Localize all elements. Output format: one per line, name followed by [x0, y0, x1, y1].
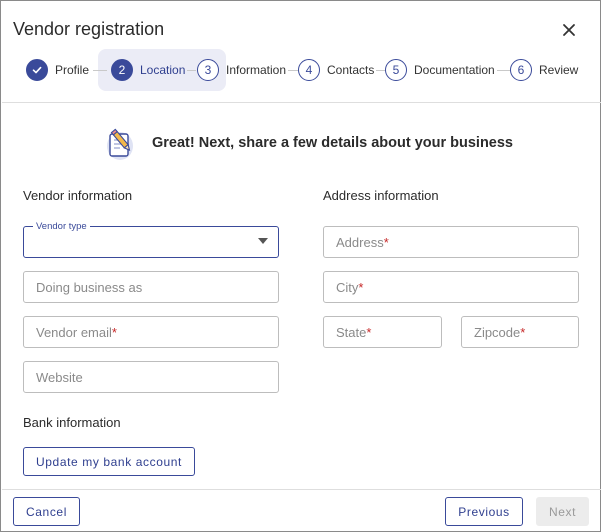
state-field[interactable]: State *: [323, 316, 442, 348]
step-connector: [497, 70, 510, 71]
step-number: 5: [385, 59, 407, 81]
website-field[interactable]: Website: [23, 361, 279, 393]
step-location[interactable]: 2 Location: [111, 47, 185, 93]
vendor-information-heading: Vendor information: [23, 188, 133, 203]
step-number: 3: [197, 59, 219, 81]
step-information[interactable]: 3 Information: [197, 47, 286, 93]
check-icon: [26, 59, 48, 81]
update-bank-account-button[interactable]: Update my bank account: [23, 447, 195, 476]
bank-information-heading: Bank information: [23, 415, 121, 430]
vendor-email-placeholder: Vendor email: [36, 324, 112, 340]
step-label: Documentation: [414, 63, 495, 77]
close-icon[interactable]: [559, 20, 579, 40]
step-review[interactable]: 6 Review: [510, 47, 578, 93]
address-information-heading: Address information: [323, 188, 439, 203]
next-button[interactable]: Next: [536, 497, 589, 526]
zipcode-field[interactable]: Zipcode *: [461, 316, 579, 348]
step-label: Profile: [55, 63, 90, 77]
step-connector: [376, 70, 385, 71]
header-divider: [2, 102, 601, 103]
vendor-type-label: Vendor type: [33, 221, 90, 232]
dialog-title: Vendor registration: [13, 19, 165, 39]
pencil-note-icon: [104, 126, 136, 162]
step-profile[interactable]: Profile: [26, 47, 89, 93]
step-connector: [187, 70, 196, 71]
vendor-registration-dialog: Vendor registration Profile 2 Location 3…: [0, 0, 601, 532]
previous-button[interactable]: Previous: [445, 497, 523, 526]
required-mark: *: [383, 234, 389, 250]
city-field[interactable]: City *: [323, 271, 579, 303]
address-placeholder: Address: [336, 234, 384, 250]
required-mark: *: [520, 324, 526, 340]
step-number: 6: [510, 59, 532, 81]
step-label: Contacts: [327, 63, 375, 77]
footer-divider: [2, 489, 601, 490]
intro-heading: Great! Next, share a few details about y…: [152, 135, 513, 151]
vendor-email-field[interactable]: Vendor email *: [23, 316, 279, 348]
cancel-button[interactable]: Cancel: [13, 497, 80, 526]
zipcode-placeholder: Zipcode: [474, 324, 521, 340]
website-placeholder: Website: [36, 369, 83, 385]
doing-business-as-field[interactable]: Doing business as: [23, 271, 279, 303]
step-number: 4: [298, 59, 320, 81]
required-mark: *: [366, 324, 372, 340]
vendor-type-select[interactable]: Vendor type: [23, 221, 279, 258]
address-field[interactable]: Address *: [323, 226, 579, 258]
doing-business-as-placeholder: Doing business as: [36, 279, 143, 295]
stepper: Profile 2 Location 3 Information 4 Conta…: [1, 47, 601, 93]
step-connector: [288, 70, 298, 71]
step-label: Location: [140, 63, 186, 77]
step-connector: [93, 70, 107, 71]
step-number: 2: [111, 59, 133, 81]
state-placeholder: State: [336, 324, 367, 340]
city-placeholder: City: [336, 279, 359, 295]
required-mark: *: [111, 324, 117, 340]
step-contacts[interactable]: 4 Contacts: [298, 47, 374, 93]
chevron-down-icon: [258, 238, 268, 244]
required-mark: *: [358, 279, 364, 295]
step-label: Review: [539, 63, 579, 77]
step-documentation[interactable]: 5 Documentation: [385, 47, 495, 93]
step-label: Information: [226, 63, 287, 77]
